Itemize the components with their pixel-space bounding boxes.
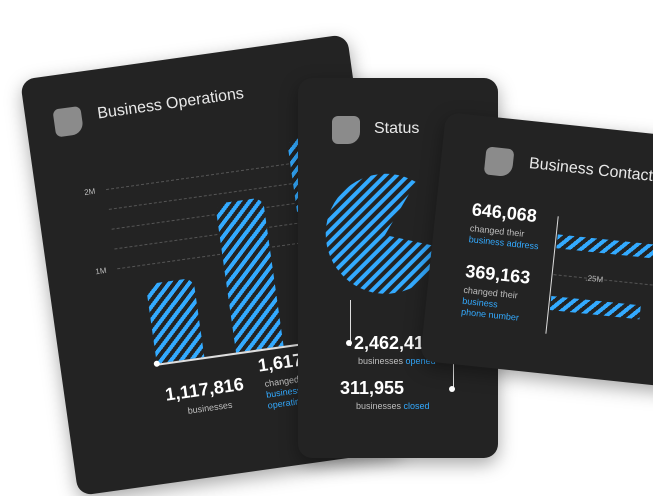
card-title: Status [374,120,420,137]
y-tick-2m: 2M [83,186,96,198]
caption-highlight: closed [403,401,430,411]
stat-caption: changed their business address [468,223,540,252]
stat-caption: businesses closed [356,401,430,412]
y-tick-1m: 1M [94,265,108,277]
app-icon [332,116,360,144]
bar-2 [215,197,284,353]
connector-dot [449,386,455,392]
bar-phone [549,296,641,320]
card-title: Business Contact [528,155,653,185]
stat-caption: businesses [186,399,233,416]
stat-value: 646,068 [470,199,538,226]
caption-text: businesses [358,356,404,366]
connector-dot [346,340,352,346]
stat-value: 369,163 [464,260,532,288]
bar-1 [145,277,205,364]
x-tick-label: .25M [584,273,604,285]
business-contact-card: Business Contact 646,068 changed their b… [419,112,653,388]
baseline-dot [153,360,161,368]
app-icon [483,146,515,178]
connector [350,300,351,346]
app-icon [52,105,85,138]
bar-address [556,234,653,261]
caption-text: businesses [356,401,402,411]
stat-caption: changed their business phone number [461,285,522,324]
card-title: Business Operations [96,85,245,123]
stat-value: 311,955 [340,378,405,398]
stat-value: 1,117,816 [163,373,245,405]
